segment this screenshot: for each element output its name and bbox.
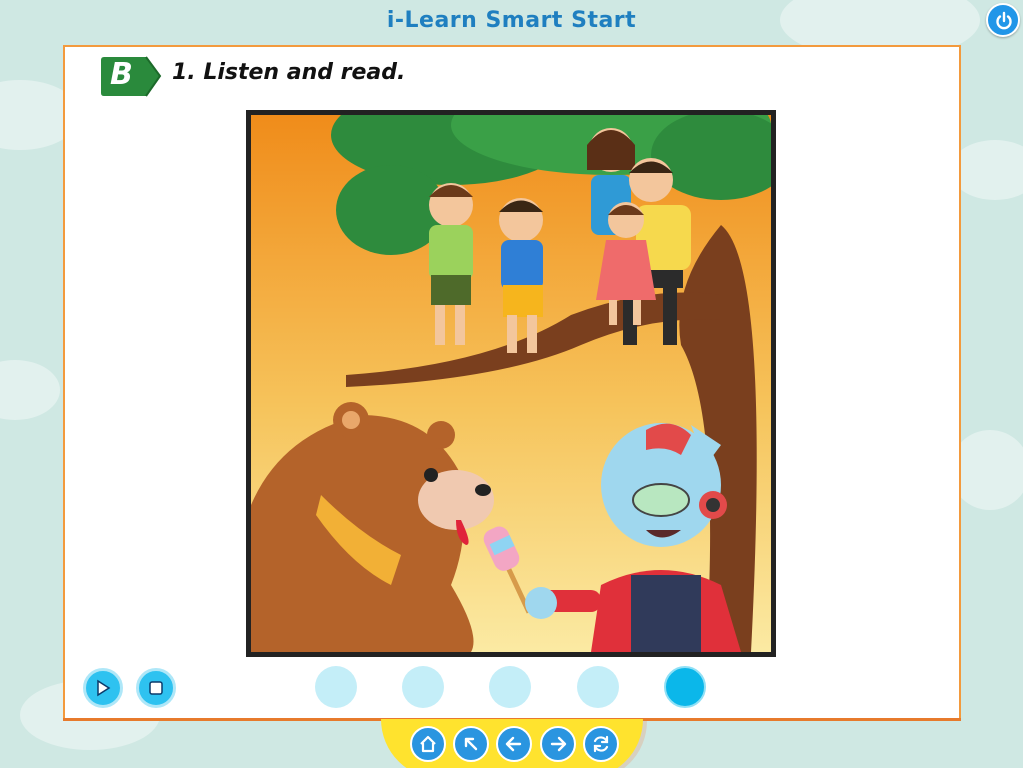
- play-icon: [97, 679, 111, 697]
- stop-button[interactable]: [136, 668, 176, 708]
- arrow-right-icon: [550, 736, 567, 752]
- power-button[interactable]: [986, 3, 1020, 37]
- page-dot-3[interactable]: [489, 666, 531, 708]
- page-dot-1[interactable]: [315, 666, 357, 708]
- refresh-button[interactable]: [583, 726, 619, 762]
- page-dot-4[interactable]: [577, 666, 619, 708]
- story-illustration: [246, 110, 776, 657]
- back-to-menu-button[interactable]: [453, 726, 489, 762]
- page-dot-2[interactable]: [402, 666, 444, 708]
- section-badge-label: B: [110, 57, 133, 92]
- power-icon: [996, 11, 1012, 30]
- previous-button[interactable]: [496, 726, 532, 762]
- refresh-icon: [593, 735, 609, 753]
- exercise-title: 1. Listen and read.: [172, 60, 406, 85]
- background-cloud: [0, 360, 60, 420]
- next-button[interactable]: [540, 726, 576, 762]
- arrow-up-left-icon: [464, 737, 478, 751]
- stop-icon: [149, 681, 163, 695]
- play-button[interactable]: [83, 668, 123, 708]
- arrow-left-icon: [505, 736, 522, 752]
- home-button[interactable]: [410, 726, 446, 762]
- page-dot-5[interactable]: [664, 666, 706, 708]
- home-icon: [420, 735, 436, 753]
- app-title: i-Learn Smart Start: [386, 8, 637, 33]
- section-badge: B: [100, 55, 162, 98]
- illustration-scene: [251, 115, 771, 652]
